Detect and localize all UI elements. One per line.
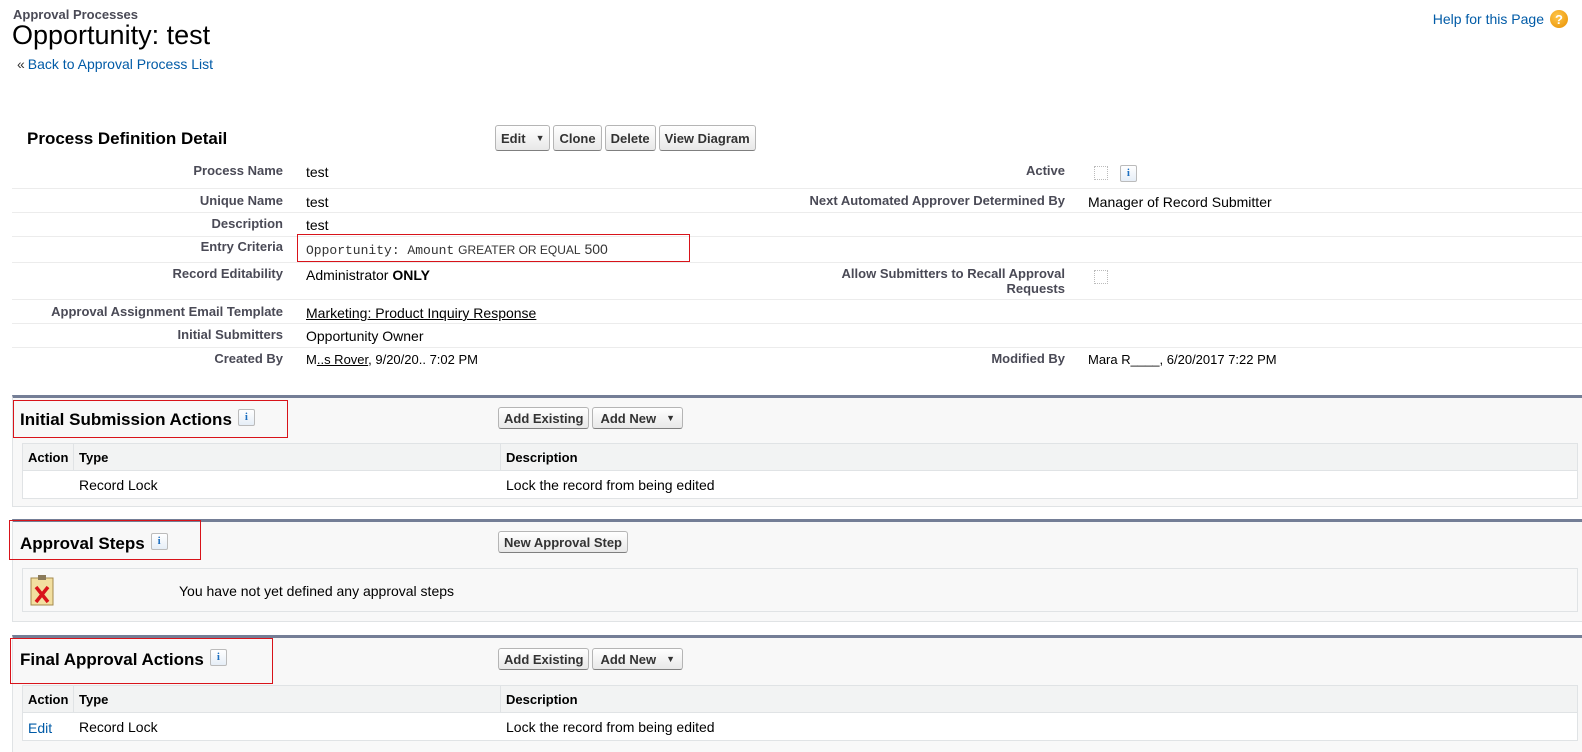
row-type: Record Lock bbox=[79, 719, 158, 735]
allow-recall-line2: Requests bbox=[1006, 281, 1065, 296]
process-definition-toolbar: Edit ▼ Clone Delete View Diagram bbox=[495, 125, 759, 151]
row-description: Lock the record from being edited bbox=[506, 477, 715, 493]
table-row: Edit Record Lock Lock the record from be… bbox=[23, 713, 1577, 740]
column-divider bbox=[73, 444, 74, 470]
add-new-button[interactable]: Add New ▼ bbox=[592, 407, 683, 429]
column-header-type: Type bbox=[79, 692, 109, 707]
process-definition-detail: Process Name test Active i Unique Name t… bbox=[12, 158, 1582, 368]
active-value: i bbox=[1094, 164, 1137, 182]
editability-prefix: Administrator bbox=[306, 267, 389, 283]
add-existing-button[interactable]: Add Existing bbox=[498, 407, 590, 429]
approval-steps-section: Approval Steps i New Approval Step You h… bbox=[12, 519, 1582, 622]
help-icon[interactable]: ? bbox=[1550, 10, 1568, 28]
editability-bold: ONLY bbox=[392, 267, 430, 283]
row-edit-link[interactable]: Edit bbox=[28, 720, 52, 736]
column-divider bbox=[73, 686, 74, 712]
row-type: Record Lock bbox=[79, 477, 158, 493]
clone-button[interactable]: Clone bbox=[553, 125, 602, 151]
description-value: test bbox=[306, 217, 329, 233]
edit-button[interactable]: Edit ▼ bbox=[495, 125, 551, 151]
chevron-down-icon: ▼ bbox=[666, 654, 675, 664]
final-approval-toolbar: Add Existing Add New ▼ bbox=[498, 648, 686, 670]
help-link[interactable]: Help for this Page bbox=[1433, 11, 1544, 27]
back-to-list-link[interactable]: Back to Approval Process List bbox=[28, 56, 213, 72]
entry-criteria-label: Entry Criteria bbox=[200, 239, 283, 254]
column-header-type: Type bbox=[79, 450, 109, 465]
email-template-link[interactable]: Marketing: Product Inquiry Response bbox=[306, 305, 536, 321]
column-header-description: Description bbox=[506, 450, 578, 465]
detail-row: Approval Assignment Email Template Marke… bbox=[12, 300, 1582, 324]
approval-steps-empty: You have not yet defined any approval st… bbox=[22, 568, 1578, 612]
clipboard-x-icon bbox=[30, 575, 54, 606]
approval-steps-toolbar: New Approval Step bbox=[498, 531, 631, 553]
allow-recall-value bbox=[1094, 268, 1108, 285]
table-row: Record Lock Lock the record from being e… bbox=[23, 471, 1577, 498]
highlight-box bbox=[10, 638, 273, 684]
modified-by-value: Mara R____, 6/20/2017 7:22 PM bbox=[1088, 352, 1277, 367]
edit-label: Edit bbox=[501, 130, 526, 146]
description-label: Description bbox=[211, 216, 283, 231]
unique-name-value: test bbox=[306, 194, 329, 210]
column-divider bbox=[500, 686, 501, 712]
table-header: Action Type Description bbox=[23, 686, 1577, 713]
active-label: Active bbox=[1025, 163, 1065, 178]
chevron-down-icon: ▼ bbox=[535, 133, 545, 143]
new-approval-step-button[interactable]: New Approval Step bbox=[498, 531, 628, 553]
chevron-down-icon: ▼ bbox=[666, 413, 675, 423]
active-checkbox bbox=[1094, 166, 1108, 181]
created-by-value: M..s Rover, 9/20/20.. 7:02 PM bbox=[306, 352, 478, 367]
highlight-box bbox=[297, 234, 690, 262]
allow-recall-label: Allow Submitters to Recall Approval Requ… bbox=[712, 266, 1065, 296]
delete-button[interactable]: Delete bbox=[604, 125, 656, 151]
back-link-container: «Back to Approval Process List bbox=[17, 56, 213, 72]
detail-row: Unique Name test Next Automated Approver… bbox=[12, 189, 1582, 213]
process-definition-title: Process Definition Detail bbox=[27, 129, 228, 148]
detail-row: Record Editability Administrator ONLY Al… bbox=[12, 263, 1582, 300]
column-header-action: Action bbox=[28, 450, 69, 465]
initial-submitters-label: Initial Submitters bbox=[177, 327, 283, 342]
record-editability-label: Record Editability bbox=[172, 266, 283, 281]
initial-submitters-value: Opportunity Owner bbox=[306, 328, 424, 344]
highlight-box bbox=[13, 400, 288, 438]
add-new-label: Add New bbox=[600, 410, 657, 426]
column-header-description: Description bbox=[506, 692, 578, 707]
process-name-label: Process Name bbox=[193, 163, 283, 178]
column-header-action: Action bbox=[28, 692, 69, 707]
initial-submission-table: Action Type Description Record Lock Lock… bbox=[22, 443, 1578, 499]
created-by-date: , 9/20/20.. 7:02 PM bbox=[368, 352, 478, 367]
next-approver-value: Manager of Record Submitter bbox=[1088, 194, 1272, 210]
column-divider bbox=[500, 444, 501, 470]
add-existing-button[interactable]: Add Existing bbox=[498, 648, 590, 670]
detail-row: Process Name test Active i bbox=[12, 158, 1582, 189]
created-by-prefix: M bbox=[306, 352, 317, 367]
detail-row: Initial Submitters Opportunity Owner bbox=[12, 324, 1582, 348]
view-diagram-button[interactable]: View Diagram bbox=[658, 125, 756, 151]
row-description: Lock the record from being edited bbox=[506, 719, 715, 735]
empty-message: You have not yet defined any approval st… bbox=[179, 583, 455, 599]
initial-submission-toolbar: Add Existing Add New ▼ bbox=[498, 407, 686, 429]
record-editability-value: Administrator ONLY bbox=[306, 267, 430, 283]
detail-row: Created By M..s Rover, 9/20/20.. 7:02 PM… bbox=[12, 348, 1582, 368]
process-name-value: test bbox=[306, 164, 329, 180]
table-header: Action Type Description bbox=[23, 444, 1577, 471]
add-new-label: Add New bbox=[600, 651, 657, 667]
allow-recall-line1: Allow Submitters to Recall Approval bbox=[841, 266, 1065, 281]
created-by-label: Created By bbox=[214, 351, 283, 366]
unique-name-label: Unique Name bbox=[199, 193, 283, 208]
page-title: Opportunity: test bbox=[12, 20, 211, 50]
back-arrow-icon: « bbox=[17, 56, 25, 72]
detail-row: Description test bbox=[12, 213, 1582, 237]
highlight-box bbox=[9, 520, 201, 560]
detail-row: Entry Criteria Opportunity: Amount GREAT… bbox=[12, 234, 1582, 263]
info-icon[interactable]: i bbox=[1119, 164, 1137, 182]
modified-by-label: Modified By bbox=[991, 351, 1065, 366]
final-approval-table: Action Type Description Edit Record Lock… bbox=[22, 685, 1578, 741]
next-approver-label: Next Automated Approver Determined By bbox=[809, 193, 1065, 208]
add-new-button[interactable]: Add New ▼ bbox=[592, 648, 683, 670]
created-by-user-link[interactable]: ..s Rover bbox=[317, 352, 368, 367]
help-link-container: Help for this Page ? bbox=[1433, 10, 1568, 28]
allow-recall-checkbox bbox=[1094, 270, 1108, 285]
email-template-label: Approval Assignment Email Template bbox=[51, 304, 283, 319]
